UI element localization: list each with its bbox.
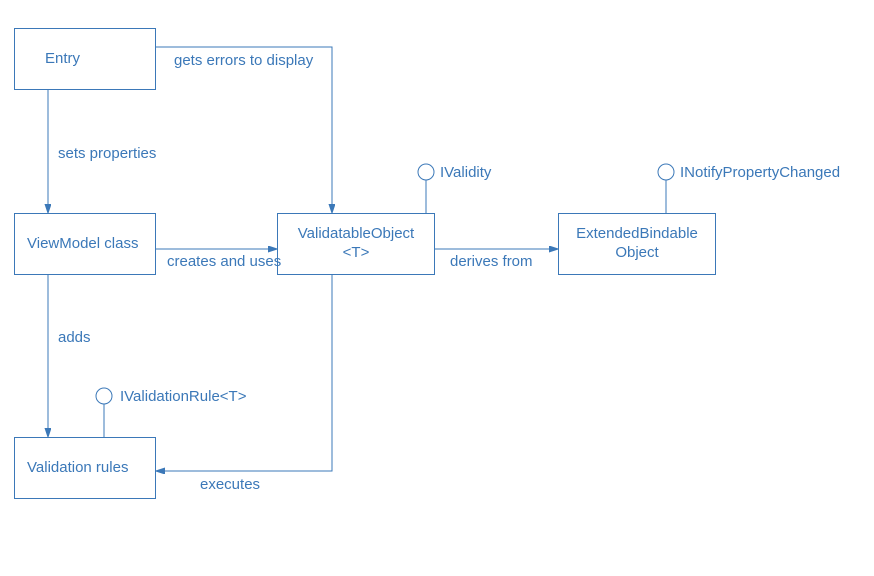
box-extended-label: ExtendedBindable Object xyxy=(576,225,698,263)
label-gets-errors: gets errors to display xyxy=(174,52,313,69)
box-entry-label: Entry xyxy=(45,50,80,69)
box-rules: Validation rules xyxy=(14,437,156,499)
lollipop-inotify-icon xyxy=(658,164,674,180)
box-viewmodel: ViewModel class xyxy=(14,213,156,275)
box-validatable: ValidatableObject <T> xyxy=(277,213,435,275)
label-ivalidity: IValidity xyxy=(440,164,491,181)
label-sets-properties: sets properties xyxy=(58,145,156,162)
label-adds: adds xyxy=(58,329,91,346)
lollipop-ivalidationrule-icon xyxy=(96,388,112,404)
box-rules-label: Validation rules xyxy=(27,459,128,478)
label-derives-from: derives from xyxy=(450,253,533,270)
box-validatable-label: ValidatableObject <T> xyxy=(298,225,414,263)
edge-gets-errors xyxy=(156,47,332,213)
box-entry: Entry xyxy=(14,28,156,90)
label-ivalidationrule: IValidationRule<T> xyxy=(120,388,246,405)
edge-executes xyxy=(156,275,332,471)
label-creates-uses: creates and uses xyxy=(167,253,281,270)
box-viewmodel-label: ViewModel class xyxy=(27,235,138,254)
label-executes: executes xyxy=(200,476,260,493)
diagram-canvas: Entry ViewModel class ValidatableObject … xyxy=(0,0,874,576)
lollipop-ivalidity-icon xyxy=(418,164,434,180)
box-extended: ExtendedBindable Object xyxy=(558,213,716,275)
label-inotify: INotifyPropertyChanged xyxy=(680,164,840,181)
